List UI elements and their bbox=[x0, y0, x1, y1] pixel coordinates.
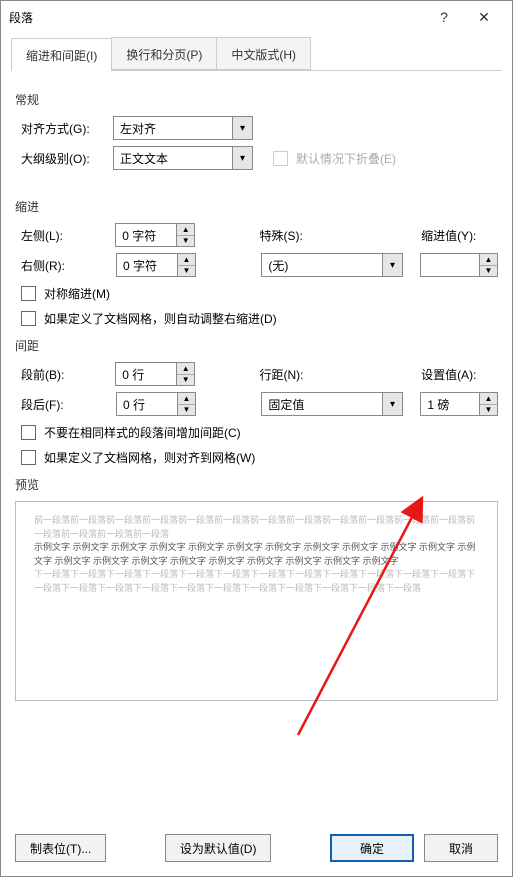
alignment-combo[interactable]: 左对齐 ▾ bbox=[113, 116, 253, 140]
no-space-same-style-label: 不要在相同样式的段落间增加间距(C) bbox=[44, 424, 241, 441]
auto-adjust-right-checkbox[interactable] bbox=[21, 311, 36, 326]
preview-next-para: 下一段落下一段落下一段落下一段落下一段落下一段落下一段落下一段落下一段落下一段落… bbox=[34, 568, 479, 595]
no-space-same-style-checkbox[interactable] bbox=[21, 425, 36, 440]
footer: 制表位(T)... 设为默认值(D) 确定 取消 bbox=[1, 824, 512, 876]
auto-adjust-right-label: 如果定义了文档网格，则自动调整右缩进(D) bbox=[44, 310, 277, 327]
help-button[interactable]: ? bbox=[424, 3, 464, 31]
indent-left-spinner[interactable]: 0 字符 ▲▼ bbox=[115, 223, 195, 247]
chevron-down-icon: ▾ bbox=[232, 147, 252, 169]
spinner-up-icon[interactable]: ▲ bbox=[177, 363, 194, 375]
special-value: (无) bbox=[262, 257, 382, 274]
mirror-indent-checkbox[interactable] bbox=[21, 286, 36, 301]
collapsed-label: 默认情况下折叠(E) bbox=[296, 150, 396, 167]
space-after-label: 段后(F): bbox=[15, 396, 116, 413]
preview-prev-para: 前一段落前一段落前一段落前一段落前一段落前一段落前一段落前一段落前一段落前一段落… bbox=[34, 514, 479, 541]
preview-box: 前一段落前一段落前一段落前一段落前一段落前一段落前一段落前一段落前一段落前一段落… bbox=[15, 501, 498, 701]
indent-left-label: 左侧(L): bbox=[15, 227, 115, 244]
chevron-down-icon: ▾ bbox=[382, 393, 402, 415]
section-preview: 预览 bbox=[15, 476, 498, 493]
set-default-button[interactable]: 设为默认值(D) bbox=[165, 834, 272, 862]
outline-value: 正文文本 bbox=[114, 150, 232, 167]
special-combo[interactable]: (无) ▾ bbox=[261, 253, 403, 277]
content: 常规 对齐方式(G): 左对齐 ▾ 大纲级别(O): 正文文本 ▾ 默认情况下折… bbox=[1, 71, 512, 824]
indent-right-label: 右侧(R): bbox=[15, 257, 116, 274]
spinner-down-icon[interactable]: ▼ bbox=[480, 266, 497, 277]
dialog-title: 段落 bbox=[9, 9, 424, 26]
spinner-up-icon[interactable]: ▲ bbox=[480, 254, 497, 266]
spinner-down-icon[interactable]: ▼ bbox=[178, 405, 195, 416]
line-spacing-combo[interactable]: 固定值 ▾ bbox=[261, 392, 403, 416]
spinner-down-icon[interactable]: ▼ bbox=[177, 236, 194, 247]
space-before-value: 0 行 bbox=[116, 363, 176, 385]
indent-left-value: 0 字符 bbox=[116, 224, 176, 246]
space-after-value: 0 行 bbox=[117, 393, 177, 415]
alignment-value: 左对齐 bbox=[114, 120, 232, 137]
cancel-button[interactable]: 取消 bbox=[424, 834, 498, 862]
space-after-spinner[interactable]: 0 行 ▲▼ bbox=[116, 392, 196, 416]
collapsed-checkbox bbox=[273, 151, 288, 166]
spinner-up-icon[interactable]: ▲ bbox=[178, 393, 195, 405]
mirror-indent-label: 对称缩进(M) bbox=[44, 285, 110, 302]
section-spacing: 间距 bbox=[15, 337, 498, 354]
section-general: 常规 bbox=[15, 91, 498, 108]
chevron-down-icon: ▾ bbox=[382, 254, 402, 276]
section-indent: 缩进 bbox=[15, 198, 498, 215]
spinner-up-icon[interactable]: ▲ bbox=[480, 393, 497, 405]
chevron-down-icon: ▾ bbox=[232, 117, 252, 139]
preview-sample: 示例文字 示例文字 示例文字 示例文字 示例文字 示例文字 示例文字 示例文字 … bbox=[34, 541, 479, 568]
special-label: 特殊(S): bbox=[260, 227, 354, 244]
indent-by-spinner[interactable]: ▲▼ bbox=[420, 253, 498, 277]
space-before-spinner[interactable]: 0 行 ▲▼ bbox=[115, 362, 195, 386]
outline-combo[interactable]: 正文文本 ▾ bbox=[113, 146, 253, 170]
tabs: 缩进和间距(I) 换行和分页(P) 中文版式(H) bbox=[11, 37, 502, 71]
indent-by-label: 缩进值(Y): bbox=[421, 227, 498, 244]
indent-right-value: 0 字符 bbox=[117, 254, 177, 276]
ok-button[interactable]: 确定 bbox=[330, 834, 414, 862]
tab-asian-typography[interactable]: 中文版式(H) bbox=[216, 37, 311, 70]
at-value: 1 磅 bbox=[421, 393, 479, 415]
indent-by-value bbox=[421, 254, 479, 276]
close-button[interactable]: ✕ bbox=[464, 3, 504, 31]
alignment-label: 对齐方式(G): bbox=[15, 120, 113, 137]
line-spacing-label: 行距(N): bbox=[260, 366, 354, 383]
at-label: 设置值(A): bbox=[421, 366, 498, 383]
snap-to-grid-checkbox[interactable] bbox=[21, 450, 36, 465]
at-spinner[interactable]: 1 磅 ▲▼ bbox=[420, 392, 498, 416]
spinner-down-icon[interactable]: ▼ bbox=[177, 375, 194, 386]
line-spacing-value: 固定值 bbox=[262, 396, 382, 413]
spinner-down-icon[interactable]: ▼ bbox=[178, 266, 195, 277]
tab-line-page-breaks[interactable]: 换行和分页(P) bbox=[111, 37, 217, 70]
titlebar: 段落 ? ✕ bbox=[1, 1, 512, 33]
space-before-label: 段前(B): bbox=[15, 366, 115, 383]
tabs-button[interactable]: 制表位(T)... bbox=[15, 834, 106, 862]
indent-right-spinner[interactable]: 0 字符 ▲▼ bbox=[116, 253, 196, 277]
spinner-up-icon[interactable]: ▲ bbox=[177, 224, 194, 236]
tab-indent-spacing[interactable]: 缩进和间距(I) bbox=[11, 38, 112, 71]
spinner-down-icon[interactable]: ▼ bbox=[480, 405, 497, 416]
spinner-up-icon[interactable]: ▲ bbox=[178, 254, 195, 266]
snap-to-grid-label: 如果定义了文档网格，则对齐到网格(W) bbox=[44, 449, 255, 466]
outline-label: 大纲级别(O): bbox=[15, 150, 113, 167]
